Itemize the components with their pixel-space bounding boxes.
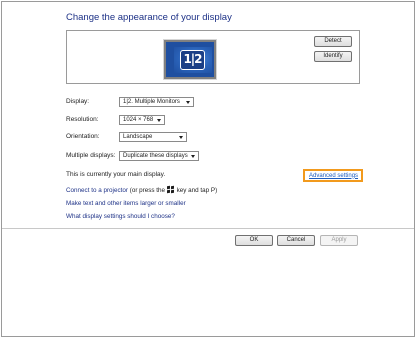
display-settings-window: Change the appearance of your display 1|… [1, 1, 415, 337]
windows-logo-icon [166, 185, 175, 194]
multiple-displays-select[interactable]: Duplicate these displays [119, 151, 199, 161]
orientation-select[interactable]: Landscape [119, 132, 187, 142]
cancel-button[interactable]: Cancel [277, 235, 315, 246]
display-help-link[interactable]: What display settings should I choose? [66, 213, 175, 220]
separator [2, 228, 414, 229]
identify-button[interactable]: Identify [314, 51, 352, 62]
chevron-down-icon [186, 101, 190, 104]
display-select[interactable]: 1|2. Multiple Monitors [119, 97, 194, 107]
monitor-icon[interactable]: 1|2 [164, 40, 216, 79]
orientation-select-value: Landscape [123, 134, 153, 140]
detect-button[interactable]: Detect [314, 36, 352, 47]
chevron-down-icon [191, 155, 195, 158]
connect-projector-link[interactable]: Connect to a projector [66, 187, 128, 194]
main-display-text: This is currently your main display. [66, 171, 166, 178]
orientation-label: Orientation: [66, 133, 100, 140]
chevron-down-icon [179, 136, 183, 139]
display-preview-area: 1|2 Detect Identify [66, 30, 360, 84]
page-title: Change the appearance of your display [66, 12, 232, 23]
chevron-down-icon [157, 119, 161, 122]
resolution-select-value: 1024 × 768 [123, 117, 154, 123]
resolution-label: Resolution: [66, 116, 99, 123]
display-label: Display: [66, 98, 90, 105]
projector-row: Connect to a projector (or press the key… [66, 185, 218, 194]
advanced-settings-link[interactable]: Advanced settings [309, 173, 358, 179]
multiple-displays-select-value: Duplicate these displays [123, 153, 188, 159]
resolution-select[interactable]: 1024 × 768 [119, 115, 165, 125]
text-size-link[interactable]: Make text and other items larger or smal… [66, 200, 186, 207]
advanced-settings-highlight: Advanced settings [303, 169, 363, 182]
monitor-number-badge: 1|2 [180, 50, 205, 70]
display-select-value: 1|2. Multiple Monitors [123, 99, 180, 105]
projector-hint-text: (or press the [127, 187, 167, 194]
ok-button[interactable]: OK [235, 235, 273, 246]
apply-button[interactable]: Apply [320, 235, 358, 246]
multiple-displays-label: Multiple displays: [66, 152, 116, 159]
projector-hint-text-end: key and tap P) [174, 187, 218, 194]
